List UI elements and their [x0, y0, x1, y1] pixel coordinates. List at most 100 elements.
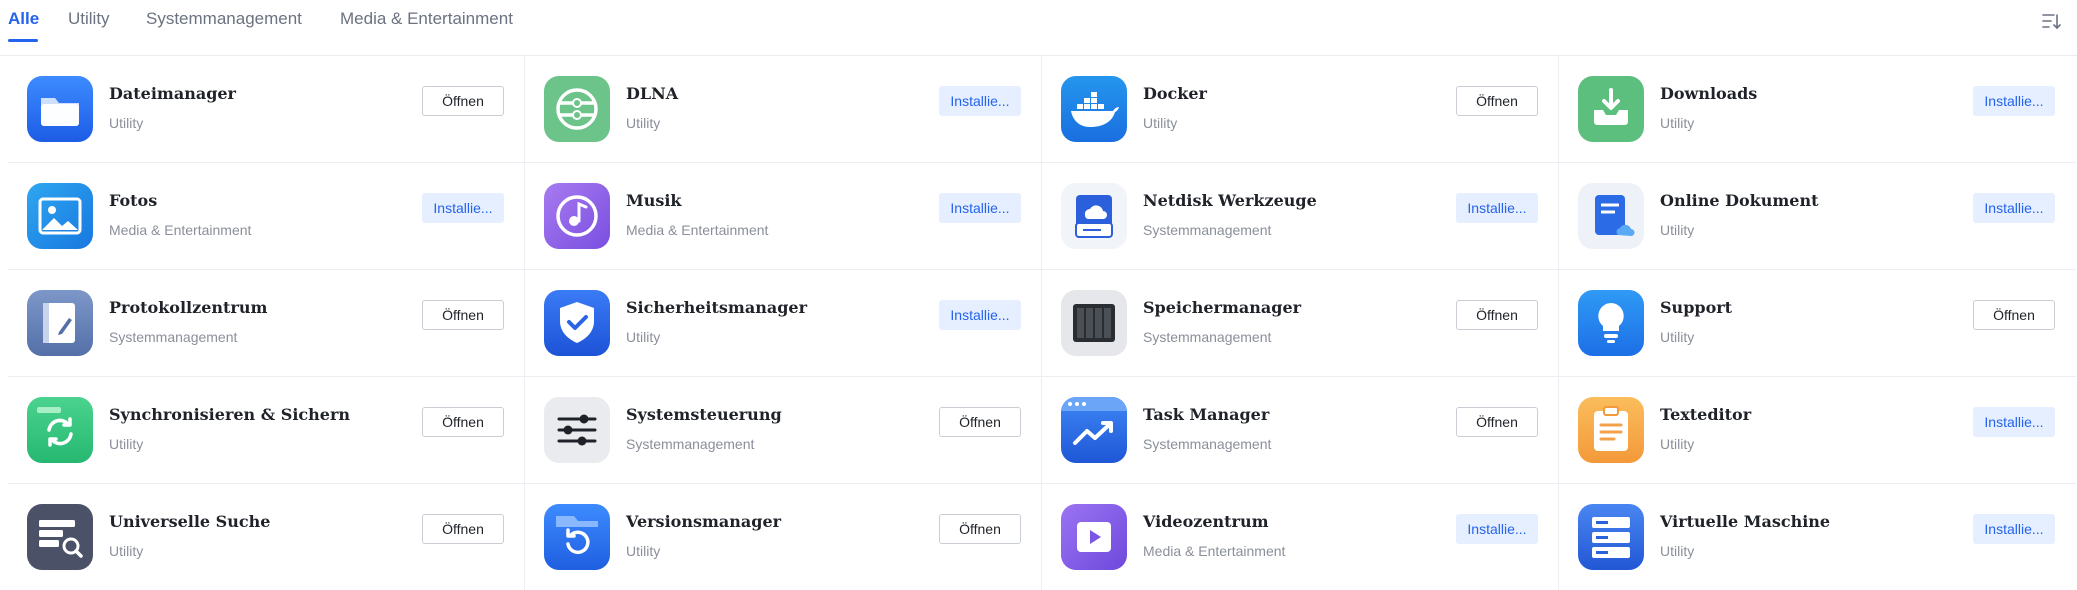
tab-alle[interactable]: Alle: [8, 9, 39, 29]
category-tabs: Alle Utility Systemmanagement Media & En…: [0, 0, 2077, 56]
tab-utility[interactable]: Utility: [68, 9, 110, 29]
app-card-systemsteuerung[interactable]: Systemsteuerung Systemmanagement Öffnen: [525, 377, 1042, 484]
install-button[interactable]: Installie...: [1973, 86, 2055, 116]
app-category: Utility: [109, 115, 144, 131]
tab-media-entertainment[interactable]: Media & Entertainment: [340, 9, 513, 29]
install-button[interactable]: Installie...: [1456, 514, 1538, 544]
app-card-versionsmanager[interactable]: Versionsmanager Utility Öffnen: [525, 484, 1042, 590]
open-button[interactable]: Öffnen: [422, 86, 504, 116]
app-card-downloads[interactable]: Downloads Utility Installie...: [1559, 56, 2076, 163]
app-card-universelle-suche[interactable]: Universelle Suche Utility Öffnen: [8, 484, 525, 590]
open-button[interactable]: Öffnen: [1456, 300, 1538, 330]
app-category: Systemmanagement: [1143, 436, 1272, 452]
app-card-task-manager[interactable]: Task Manager Systemmanagement Öffnen: [1042, 377, 1559, 484]
app-card-virtuelle-maschine[interactable]: Virtuelle Maschine Utility Installie...: [1559, 484, 2076, 590]
install-button[interactable]: Installie...: [422, 193, 504, 223]
app-card-musik[interactable]: Musik Media & Entertainment Installie...: [525, 163, 1042, 270]
music-note-icon[interactable]: [544, 183, 610, 249]
storage-bays-icon[interactable]: [1061, 290, 1127, 356]
app-category: Utility: [1660, 115, 1695, 131]
app-category: Utility: [626, 543, 661, 559]
app-card-dateimanager[interactable]: Dateimanager Utility Öffnen: [8, 56, 525, 163]
app-name: Musik: [626, 191, 682, 210]
app-category: Systemmanagement: [1143, 329, 1272, 345]
docker-whale-icon[interactable]: [1061, 76, 1127, 142]
trend-chart-icon[interactable]: [1061, 397, 1127, 463]
cloud-drive-icon[interactable]: [1061, 183, 1127, 249]
app-category: Utility: [626, 329, 661, 345]
sort-list-icon[interactable]: [2040, 10, 2062, 32]
app-name: Online Dokument: [1660, 191, 1819, 210]
open-button[interactable]: Öffnen: [1456, 86, 1538, 116]
open-button[interactable]: Öffnen: [422, 407, 504, 437]
tab-systemmanagement[interactable]: Systemmanagement: [146, 9, 302, 29]
app-card-fotos[interactable]: Fotos Media & Entertainment Installie...: [8, 163, 525, 270]
install-button[interactable]: Installie...: [1973, 514, 2055, 544]
app-category: Utility: [109, 543, 144, 559]
app-name: Speichermanager: [1143, 298, 1302, 317]
app-name: Videozentrum: [1143, 512, 1269, 531]
dlna-icon[interactable]: [544, 76, 610, 142]
app-card-docker[interactable]: Docker Utility Öffnen: [1042, 56, 1559, 163]
version-restore-icon[interactable]: [544, 504, 610, 570]
app-card-online-dokument[interactable]: Online Dokument Utility Installie...: [1559, 163, 2076, 270]
app-name: Dateimanager: [109, 84, 236, 103]
open-button[interactable]: Öffnen: [939, 514, 1021, 544]
app-category: Media & Entertainment: [626, 222, 769, 238]
app-category: Systemmanagement: [1143, 222, 1272, 238]
folder-icon[interactable]: [27, 76, 93, 142]
app-name: Netdisk Werkzeuge: [1143, 191, 1317, 210]
app-category: Systemmanagement: [626, 436, 755, 452]
cloud-document-icon[interactable]: [1578, 183, 1644, 249]
open-button[interactable]: Öffnen: [422, 514, 504, 544]
app-name: DLNA: [626, 84, 679, 103]
app-category: Systemmanagement: [109, 329, 238, 345]
app-card-netdisk-werkzeuge[interactable]: Netdisk Werkzeuge Systemmanagement Install…: [1042, 163, 1559, 270]
download-tray-icon[interactable]: [1578, 76, 1644, 142]
open-button[interactable]: Öffnen: [1973, 300, 2055, 330]
app-name: Protokollzentrum: [109, 298, 268, 317]
sliders-icon[interactable]: [544, 397, 610, 463]
app-category: Media & Entertainment: [1143, 543, 1286, 559]
app-card-sicherheitsmanager[interactable]: Sicherheitsmanager Utility Installie...: [525, 270, 1042, 377]
server-stack-icon[interactable]: [1578, 504, 1644, 570]
app-card-synchronisieren-und-sichern[interactable]: Synchronisieren & Sichern Utility Öffnen: [8, 377, 525, 484]
clipboard-icon[interactable]: [1578, 397, 1644, 463]
app-card-support[interactable]: Support Utility Öffnen: [1559, 270, 2076, 377]
open-button[interactable]: Öffnen: [1456, 407, 1538, 437]
app-category: Utility: [626, 115, 661, 131]
active-tab-indicator: [8, 39, 38, 42]
app-category: Utility: [109, 436, 144, 452]
install-button[interactable]: Installie...: [939, 193, 1021, 223]
app-card-protokollzentrum[interactable]: Protokollzentrum Systemmanagement Öffnen: [8, 270, 525, 377]
app-name: Systemsteuerung: [626, 405, 782, 424]
app-name: Support: [1660, 298, 1733, 317]
app-category: Utility: [1660, 222, 1695, 238]
app-name: Texteditor: [1660, 405, 1752, 424]
app-card-speichermanager[interactable]: Speichermanager Systemmanagement Öffnen: [1042, 270, 1559, 377]
app-card-dlna[interactable]: DLNA Utility Installie...: [525, 56, 1042, 163]
install-button[interactable]: Installie...: [1973, 193, 2055, 223]
install-button[interactable]: Installie...: [1456, 193, 1538, 223]
app-category: Utility: [1660, 543, 1695, 559]
install-button[interactable]: Installie...: [939, 300, 1021, 330]
lightbulb-icon[interactable]: [1578, 290, 1644, 356]
app-card-videozentrum[interactable]: Videozentrum Media & Entertainment Install…: [1042, 484, 1559, 590]
open-button[interactable]: Öffnen: [939, 407, 1021, 437]
app-name: Fotos: [109, 191, 158, 210]
shield-check-icon[interactable]: [544, 290, 610, 356]
app-name: Docker: [1143, 84, 1207, 103]
photo-icon[interactable]: [27, 183, 93, 249]
app-card-texteditor[interactable]: Texteditor Utility Installie...: [1559, 377, 2076, 484]
open-button[interactable]: Öffnen: [422, 300, 504, 330]
app-name: Downloads: [1660, 84, 1758, 103]
sync-folder-icon[interactable]: [27, 397, 93, 463]
log-book-icon[interactable]: [27, 290, 93, 356]
install-button[interactable]: Installie...: [1973, 407, 2055, 437]
app-name: Sicherheitsmanager: [626, 298, 807, 317]
app-name: Virtuelle Maschine: [1660, 512, 1831, 531]
video-play-icon[interactable]: [1061, 504, 1127, 570]
app-name: Synchronisieren & Sichern: [109, 405, 351, 424]
install-button[interactable]: Installie...: [939, 86, 1021, 116]
search-list-icon[interactable]: [27, 504, 93, 570]
